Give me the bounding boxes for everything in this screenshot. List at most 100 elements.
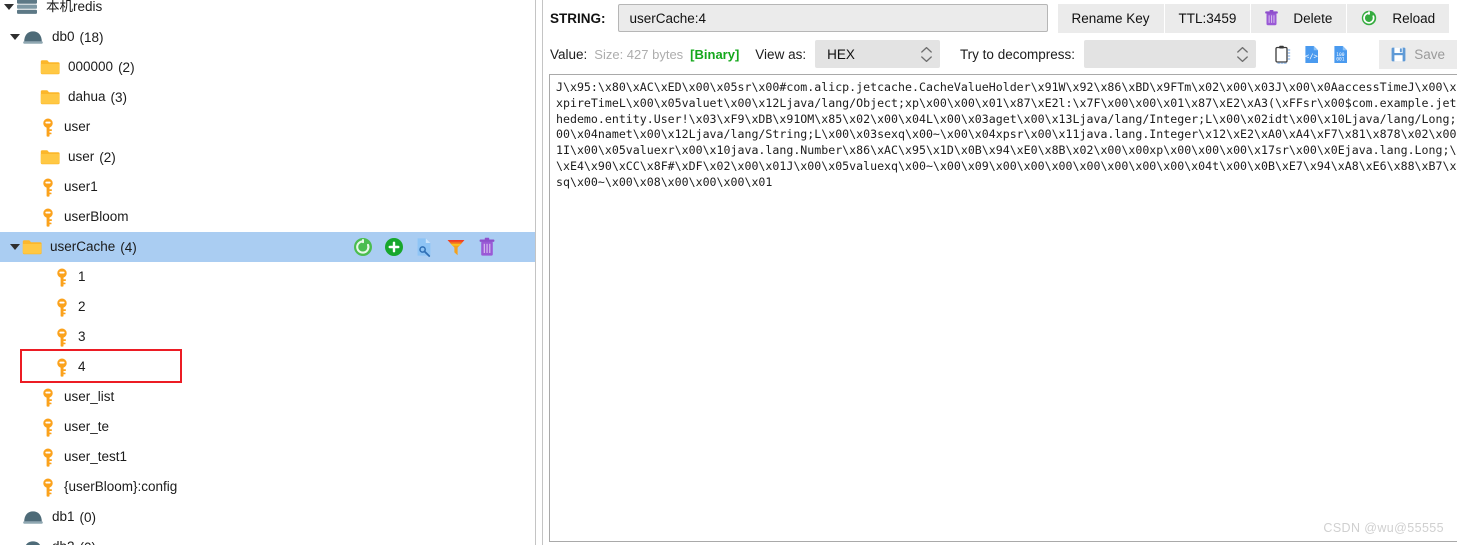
- tree-row-1[interactable]: 1: [0, 262, 535, 292]
- tree-row-4[interactable]: 4: [0, 352, 535, 382]
- rename-key-label: Rename Key: [1071, 10, 1150, 26]
- filter-icon[interactable]: [446, 237, 466, 257]
- tree-row-dahua[interactable]: dahua (3): [0, 82, 535, 112]
- tree-row-000000[interactable]: 000000 (2): [0, 52, 535, 82]
- reload-keys-icon[interactable]: [353, 237, 373, 257]
- key-icon: [40, 208, 56, 227]
- tree-row-user[interactable]: user: [0, 112, 535, 142]
- tree-row-label: 1: [78, 269, 86, 285]
- tree-row-label: db2: [52, 540, 75, 545]
- reload-value-label: Reload: [1392, 10, 1436, 26]
- ttl-button[interactable]: TTL:3459: [1163, 3, 1251, 33]
- tree-row-label: 2: [78, 299, 86, 315]
- view-as-label: View as:: [755, 46, 807, 62]
- tree-row-userbloom[interactable]: userBloom: [0, 202, 535, 232]
- tree-row-label: user1: [64, 179, 98, 195]
- view-as-select[interactable]: HEX: [815, 40, 940, 68]
- value-text-area[interactable]: J\x95:\x80\xAC\xED\x00\x05sr\x00#com.ali…: [549, 74, 1457, 542]
- tree-row-action-bar: [353, 232, 497, 262]
- decompress-select[interactable]: [1083, 40, 1257, 68]
- tree-row-3[interactable]: 3: [0, 322, 535, 352]
- tree-row-user-test1[interactable]: user_test1: [0, 442, 535, 472]
- tree-row-2[interactable]: 2: [0, 292, 535, 322]
- tree-row-user[interactable]: user (2): [0, 142, 535, 172]
- value-options-toolbar: Value: Size: 427 bytes [Binary] View as:…: [543, 36, 1457, 72]
- tree-row--redis[interactable]: 本机redis: [0, 0, 535, 22]
- copy-to-clipboard-icon[interactable]: [1268, 40, 1297, 68]
- key-icon: [40, 388, 56, 407]
- tree-row-user-list[interactable]: user_list: [0, 382, 535, 412]
- tree-row-db1[interactable]: db1 (0): [0, 502, 535, 532]
- key-icon: [40, 118, 56, 137]
- key-tree: 本机redis db0 (18) 000000 (2) dahua (3) user user(…: [0, 0, 535, 545]
- key-icon: [40, 178, 56, 197]
- key-type-label: STRING:: [550, 10, 606, 26]
- binary-view-icon[interactable]: 100 001: [1326, 40, 1355, 68]
- ttl-label: TTL:3459: [1178, 10, 1237, 26]
- tree-row-label: {userBloom}:config: [64, 479, 178, 495]
- key-icon: [54, 298, 70, 317]
- key-header-toolbar: STRING: userCache:4 Rename Key TTL:3459: [543, 0, 1457, 36]
- key-name-input[interactable]: userCache:4: [617, 4, 1048, 32]
- tree-row-usercache[interactable]: userCache (4): [0, 232, 535, 262]
- panel-splitter[interactable]: [535, 0, 543, 545]
- tree-row-label: db1: [52, 509, 75, 525]
- save-value-button[interactable]: Save: [1379, 39, 1457, 69]
- chevron-down-icon[interactable]: [8, 232, 22, 262]
- tree-row-label: dahua: [68, 89, 106, 105]
- value-panel: STRING: userCache:4 Rename Key TTL:3459: [543, 0, 1457, 545]
- edit-key-icon[interactable]: [415, 237, 435, 257]
- delete-key-label: Delete: [1293, 10, 1333, 26]
- chevron-updown-icon: [921, 46, 932, 62]
- database-icon: [22, 539, 44, 545]
- rename-key-button[interactable]: Rename Key: [1056, 3, 1164, 33]
- redis-desktop-manager-window: 本机redis db0 (18) 000000 (2) dahua (3) user user(…: [0, 0, 1457, 545]
- tree-row-label: 4: [78, 359, 86, 375]
- delete-key-button[interactable]: Delete: [1250, 3, 1347, 33]
- key-tree-panel[interactable]: 本机redis db0 (18) 000000 (2) dahua (3) user user(…: [0, 0, 535, 545]
- save-value-label: Save: [1414, 46, 1445, 62]
- value-label: Value:: [550, 46, 588, 62]
- tree-row-label: user_test1: [64, 449, 128, 465]
- server-icon: [16, 0, 38, 16]
- reload-icon: [1361, 10, 1377, 26]
- delete-icon[interactable]: [477, 237, 497, 257]
- tree-row-count: (0): [80, 540, 97, 545]
- tree-row-user1[interactable]: user1: [0, 172, 535, 202]
- reload-value-button[interactable]: Reload: [1346, 3, 1450, 33]
- tree-row-count: (2): [118, 59, 135, 75]
- binary-badge: [Binary]: [690, 46, 740, 62]
- format-code-icon[interactable]: </>: [1297, 40, 1326, 68]
- tree-row-label: user: [68, 149, 95, 165]
- chevron-down-icon[interactable]: [2, 0, 16, 22]
- tree-row-db0[interactable]: db0 (18): [0, 22, 535, 52]
- save-disk-icon: [1391, 47, 1406, 62]
- tree-row-label: user: [64, 119, 91, 135]
- folder-icon: [22, 239, 42, 255]
- key-icon: [54, 328, 70, 347]
- tree-row-user-te[interactable]: user_te: [0, 412, 535, 442]
- key-icon: [54, 358, 70, 377]
- key-name-value: userCache:4: [629, 10, 707, 26]
- tree-row-label: userBloom: [64, 209, 129, 225]
- tree-row-count: (2): [99, 149, 116, 165]
- chevron-down-icon[interactable]: [8, 22, 22, 52]
- tree-row-db2[interactable]: db2 (0): [0, 532, 535, 545]
- tree-row-count: (0): [79, 509, 97, 525]
- folder-icon: [40, 89, 60, 105]
- add-key-icon[interactable]: [384, 237, 404, 257]
- tree-row--userbloom-config[interactable]: {userBloom}:config: [0, 472, 535, 502]
- value-size-text: Size: 427 bytes: [594, 46, 684, 62]
